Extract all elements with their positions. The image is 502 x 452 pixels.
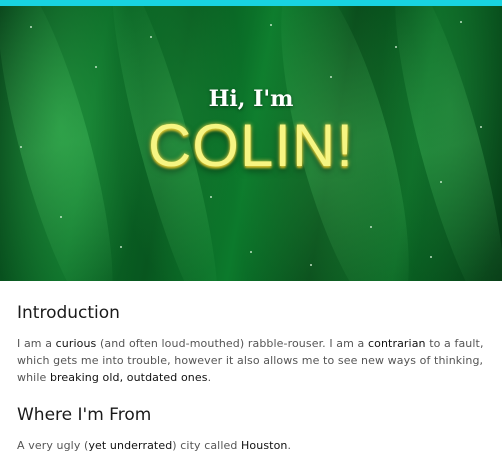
star: [95, 66, 97, 68]
emphasis-yet-underrated: yet underrated: [88, 439, 173, 452]
main-content: Introduction I am a curious (and often l…: [17, 296, 497, 452]
text-span: .: [287, 439, 292, 452]
hero-banner: Hi, I'm COLIN!: [0, 6, 502, 281]
text-span: ) city called: [172, 439, 242, 452]
emphasis-contrarian: contrarian: [368, 337, 426, 350]
star: [30, 26, 32, 28]
star: [250, 251, 252, 253]
emphasis-breaking-old: breaking old, outdated ones: [49, 371, 208, 384]
star: [430, 256, 432, 258]
text-span: I am a: [17, 337, 56, 350]
star: [60, 216, 62, 218]
emphasis-curious: curious: [55, 337, 97, 350]
emphasis-houston: Houston: [241, 439, 288, 452]
star: [460, 21, 462, 23]
hero-greeting: Hi, I'm: [208, 86, 294, 112]
text-span: (and often loud-mouthed) rabble-rouser. …: [96, 337, 368, 350]
star: [210, 196, 212, 198]
star: [120, 246, 122, 248]
star: [270, 24, 272, 26]
introduction-paragraph: I am a curious (and often loud-mouthed) …: [17, 335, 497, 386]
star: [330, 76, 332, 78]
text-span: .: [207, 371, 212, 384]
star: [150, 36, 152, 38]
star: [440, 181, 442, 183]
where-from-paragraph: A very ugly (yet underrated) city called…: [17, 437, 497, 452]
section-heading-introduction: Introduction: [17, 303, 120, 323]
text-span: A very ugly (: [17, 439, 89, 452]
star: [370, 226, 372, 228]
hero-name: COLIN!: [147, 112, 355, 179]
star: [310, 264, 312, 266]
star: [395, 46, 397, 48]
section-heading-where-from: Where I'm From: [17, 405, 152, 425]
